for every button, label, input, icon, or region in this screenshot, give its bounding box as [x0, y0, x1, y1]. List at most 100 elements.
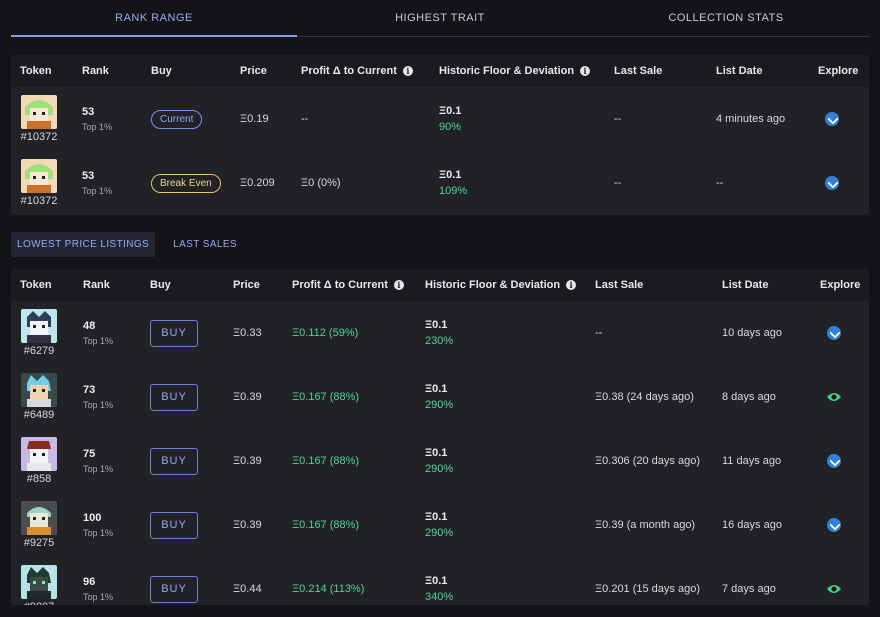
table-row: #9275 100 Top 1% BUY Ξ0.39 Ξ0.167 (88%) …	[11, 493, 869, 557]
download-icon[interactable]	[825, 176, 839, 190]
floor-value: Ξ0.1	[425, 575, 448, 587]
header-buy: Buy	[150, 279, 171, 291]
buy-button[interactable]: BUY	[150, 447, 198, 475]
header-last-sale: Last Sale	[614, 65, 663, 77]
buy-cell: Current	[151, 87, 203, 151]
explore-cell	[827, 301, 841, 365]
rank-cell: 100 Top 1%	[83, 493, 113, 557]
header-profit: Profit Δ to Current i	[292, 269, 404, 301]
rank-value: 100	[83, 512, 102, 524]
token-id: #10372	[20, 131, 58, 143]
token-thumbnail[interactable]	[21, 565, 57, 599]
list-date-value: 11 days ago	[722, 455, 782, 467]
last-sale-value: Ξ0.306 (20 days ago)	[595, 455, 700, 467]
info-icon[interactable]: i	[402, 66, 413, 76]
buy-cell: BUY	[150, 557, 198, 605]
rank-percentile: Top 1%	[82, 122, 113, 132]
rank-value: 53	[82, 170, 95, 182]
download-icon[interactable]	[827, 454, 841, 468]
explore-cell	[827, 429, 841, 493]
rank-range-table: Token Rank Buy Price Profit Δ to Current…	[11, 55, 869, 215]
rank-cell: 53 Top 1%	[82, 87, 112, 151]
token-cell[interactable]: #9275	[19, 493, 59, 557]
list-date-value: --	[716, 177, 724, 189]
info-icon[interactable]: i	[580, 66, 591, 76]
rank-cell: 73 Top 1%	[83, 365, 113, 429]
floor-value: Ξ0.1	[425, 319, 448, 331]
deviation-value: 290%	[425, 463, 454, 475]
token-cell[interactable]: #10372	[19, 151, 59, 215]
header-token: Token	[20, 65, 52, 77]
token-id: #10372	[20, 195, 58, 207]
header-list-date: List Date	[722, 279, 769, 291]
eye-icon[interactable]	[826, 583, 842, 595]
buy-cell: BUY	[150, 493, 198, 557]
profit-value: Ξ0.167 (88%)	[292, 519, 360, 531]
tab-collection-stats[interactable]: COLLECTION STATS	[583, 0, 869, 36]
listings-table: Token Rank Buy Price Profit Δ to Current…	[11, 269, 869, 605]
tab-rank-range[interactable]: RANK RANGE	[11, 0, 297, 37]
token-id: #6489	[23, 409, 55, 421]
floor-value: Ξ0.1	[425, 383, 448, 395]
table-header: Token Rank Buy Price Profit Δ to Current…	[11, 269, 869, 301]
floor-value: Ξ0.1	[425, 447, 448, 459]
last-sale-value: --	[595, 327, 603, 339]
price-value: Ξ0.209	[240, 177, 275, 189]
token-thumbnail[interactable]	[21, 159, 57, 193]
token-cell[interactable]: #6489	[19, 365, 59, 429]
floor-value: Ξ0.1	[425, 511, 448, 523]
token-thumbnail[interactable]	[21, 501, 57, 535]
list-date-value: 10 days ago	[722, 327, 782, 339]
buy-button[interactable]: BUY	[150, 511, 198, 539]
tab-lowest-price-listings[interactable]: LOWEST PRICE LISTINGS	[11, 232, 156, 257]
tab-highest-trait[interactable]: HIGHEST TRAIT	[297, 0, 583, 36]
buy-cell: BUY	[150, 365, 198, 429]
buy-button[interactable]: BUY	[150, 383, 198, 411]
current-badge: Current	[151, 109, 203, 129]
last-sale-value: --	[614, 177, 622, 189]
rank-cell: 75 Top 1%	[83, 429, 113, 493]
buy-button[interactable]: BUY	[150, 319, 198, 347]
table-header: Token Rank Buy Price Profit Δ to Current…	[11, 55, 869, 87]
header-rank: Rank	[82, 65, 109, 77]
download-icon[interactable]	[827, 518, 841, 532]
token-cell[interactable]: #9007	[19, 557, 59, 605]
table-row: #10372 53 Top 1% Current Ξ0.19 -- Ξ0.1 9…	[11, 87, 869, 151]
info-icon[interactable]: i	[566, 280, 577, 290]
buy-cell: BUY	[150, 429, 198, 493]
header-explore: Explore	[818, 65, 859, 77]
rank-percentile: Top 1%	[83, 464, 114, 474]
price-value: Ξ0.39	[233, 455, 262, 467]
listing-tab-bar: LOWEST PRICE LISTINGS LAST SALES	[11, 232, 243, 257]
header-buy: Buy	[151, 65, 172, 77]
download-icon[interactable]	[827, 326, 841, 340]
token-cell[interactable]: #858	[19, 429, 59, 493]
buy-button[interactable]: BUY	[150, 575, 198, 603]
token-cell[interactable]: #10372	[19, 87, 59, 151]
table-row: #9007 96 Top 1% BUY Ξ0.44 Ξ0.214 (113%) …	[11, 557, 869, 605]
rank-value: 96	[83, 576, 96, 588]
tab-last-sales[interactable]: LAST SALES	[167, 232, 243, 257]
rank-cell: 96 Top 1%	[83, 557, 113, 605]
price-value: Ξ0.39	[233, 519, 262, 531]
list-date-value: 8 days ago	[722, 391, 776, 403]
buy-cell: Break Even	[151, 151, 221, 215]
eye-icon[interactable]	[826, 391, 842, 403]
token-id: #6279	[23, 345, 55, 357]
price-value: Ξ0.44	[233, 583, 262, 595]
token-thumbnail[interactable]	[21, 373, 57, 407]
header-last-sale: Last Sale	[595, 279, 644, 291]
profit-value: Ξ0 (0%)	[301, 177, 341, 189]
rank-percentile: Top 1%	[83, 592, 114, 602]
token-cell[interactable]: #6279	[19, 301, 59, 365]
floor-cell: Ξ0.1 340%	[425, 557, 453, 605]
table-row: #6489 73 Top 1% BUY Ξ0.39 Ξ0.167 (88%) Ξ…	[11, 365, 869, 429]
header-list-date: List Date	[716, 65, 763, 77]
info-icon[interactable]: i	[393, 280, 404, 290]
price-value: Ξ0.33	[233, 327, 262, 339]
token-thumbnail[interactable]	[21, 95, 57, 129]
token-id: #9275	[23, 537, 55, 549]
download-icon[interactable]	[825, 112, 839, 126]
token-thumbnail[interactable]	[21, 437, 57, 471]
token-thumbnail[interactable]	[21, 309, 57, 343]
